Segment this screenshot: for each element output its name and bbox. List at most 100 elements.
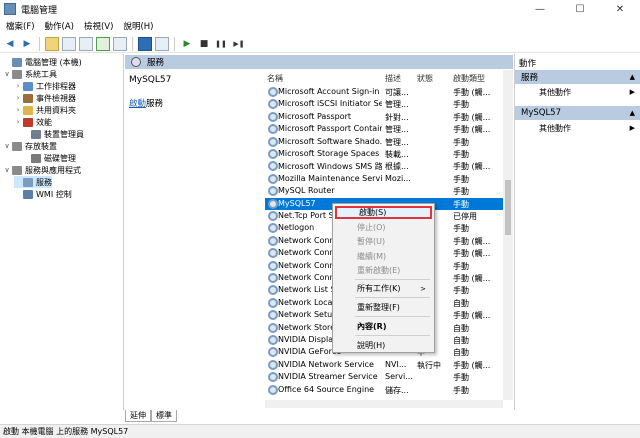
collapse-icon[interactable]: ▲ [630,73,635,81]
actions-group-services[interactable]: 服務 ▲ [515,70,640,84]
export-icon[interactable] [113,36,127,51]
play-icon[interactable]: ▶ [180,37,194,51]
refresh-icon[interactable] [96,36,110,51]
service-gear-icon [268,111,278,122]
service-row[interactable]: Mozilla Maintenance Service Mozi... 手動 [265,173,503,185]
menu-help[interactable]: 說明(H) [123,20,153,32]
service-name-cell: Office 64 Source Engine [278,384,375,394]
service-description-cell: 儲存... [385,385,409,395]
service-row[interactable]: Microsoft Storage Spaces S...裝載... 手動 [265,148,503,160]
tree-item[interactable]: › 共用資料夾 [14,104,76,116]
tree-item[interactable]: WMI 控制 [14,188,72,200]
service-startup-type-cell: 手動 [453,261,469,271]
status-text: 啟動 本機電腦 上的服務 MySQL57 [3,427,129,436]
tree-item-label: 電腦管理 (本機) [25,57,82,67]
view-icon[interactable] [155,36,169,51]
close-button[interactable]: ✕ [600,0,640,18]
services-icon [131,57,141,67]
service-gear-icon [268,235,278,246]
tree-expander-icon[interactable]: › [14,118,22,126]
tree-item-label: 效能 [36,117,52,127]
service-description-cell: 管理... [385,100,409,110]
minimize-button[interactable]: — [520,0,560,18]
tree-expander-icon[interactable]: › [14,94,22,102]
service-startup-type-cell: 手動 [453,100,469,110]
toolbar-separator [39,36,40,51]
collapse-icon[interactable]: ▲ [630,109,635,117]
tree-item[interactable]: 裝置管理員 [22,128,84,140]
submenu-arrow-icon: ▶ [629,124,635,132]
maximize-button[interactable]: ☐ [560,0,600,18]
tab-extended[interactable]: 延伸 [125,410,151,422]
more-actions-item[interactable]: 其他動作 ▶ [515,86,640,98]
service-startup-type-cell: 自動 [453,323,469,333]
tree-expander-icon[interactable]: › [14,106,22,114]
horizontal-scrollbar[interactable] [265,400,503,408]
back-arrow-icon[interactable]: ◀ [3,37,17,51]
service-name-cell: Microsoft Account Sign-in ... [278,87,382,96]
pause-icon[interactable]: ❚❚ [214,37,228,51]
restart-icon[interactable]: ▶❚ [231,37,247,51]
column-header-status[interactable]: 狀態 [417,73,433,85]
service-startup-type-cell: 自動 [453,298,469,308]
service-gear-icon [268,211,278,221]
show-hide-tree-icon[interactable] [62,36,76,51]
tree-item[interactable]: 磁碟管理 [22,152,76,164]
column-header-description[interactable]: 描述 [385,73,401,85]
tree-expander-icon[interactable]: › [14,82,22,90]
service-row[interactable]: Microsoft Passport Container 管理... 手動 (觸..… [265,123,503,135]
tree-item-label: 事件檢視器 [36,93,76,103]
scrollbar-thumb[interactable] [505,180,511,235]
services-pane-title: 服務 [147,58,165,68]
context-properties-menu-item[interactable]: 內容(R) [335,320,432,333]
tree-item[interactable]: › 效能 [14,116,52,128]
stop-icon[interactable]: ■ [197,37,211,51]
actions-group-mysql57[interactable]: MySQL57 ▲ [515,106,640,120]
service-row[interactable]: NVIDIA Streamer Service Servi... 手動 [265,371,503,383]
context-start-menu-item[interactable]: 啟動(S) [335,206,432,219]
more-actions-item[interactable]: 其他動作 ▶ [515,122,640,134]
column-header-name[interactable]: 名稱 [267,73,283,85]
help-icon[interactable] [138,36,152,51]
context-all-tasks-menu-item[interactable]: 所有工作(K) > [335,282,432,295]
service-row[interactable]: Microsoft iSCSI Initiator Ser...管理... 手動 [265,98,503,110]
tree-item[interactable]: ∨ 服務與應用程式 [3,164,81,176]
service-row[interactable]: Microsoft Software Shado... 管理... 手動 [265,136,503,148]
start-service-link[interactable]: 啟動 [129,99,146,109]
service-startup-type-cell: 手動 [453,187,469,197]
tab-standard[interactable]: 標準 [151,410,177,422]
menu-action[interactable]: 動作(A) [45,20,74,32]
context-help-menu-item[interactable]: 說明(H) [335,339,432,352]
service-description-cell: 根據... [385,162,409,172]
tree-node-icon [23,189,33,199]
service-startup-type-cell: 手動 (觸... [453,125,491,135]
tree-item[interactable]: ∨ 系統工具 [3,68,57,80]
tree-item[interactable]: › 工作排程器 [14,80,76,92]
context-pause-menu-item: 暫停(U) [335,235,432,248]
tree-item[interactable]: › 事件檢視器 [14,92,76,104]
service-row[interactable]: Microsoft Passport 針對... 手動 (觸... [265,111,503,123]
menu-item-label: 啟動(S) [359,208,387,217]
menu-file[interactable]: 檔案(F) [6,20,35,32]
forward-arrow-icon[interactable]: ▶ [20,37,34,51]
folder-up-icon[interactable] [45,36,59,51]
tree-item-label: 系統工具 [25,69,57,79]
column-header-startup-type[interactable]: 啟動類型 [453,73,485,85]
service-row[interactable]: Office 64 Source Engine 儲存... 手動 [265,384,503,396]
vertical-scrollbar[interactable] [503,70,513,400]
service-row[interactable]: Microsoft Windows SMS 路... 根據... 手動 (觸... [265,160,503,172]
service-row[interactable]: NVIDIA Network Service NVI... 執行中 手動 (觸... [265,359,503,371]
properties-icon[interactable] [79,36,93,51]
menu-view[interactable]: 檢視(V) [84,20,113,32]
tree-item[interactable]: 服務 [14,176,52,188]
context-refresh-menu-item[interactable]: 重新整理(F) [335,301,432,314]
tree-item[interactable]: ∨ 存放裝置 [3,140,57,152]
tree-expander-icon[interactable]: ∨ [3,70,11,78]
service-row[interactable]: MySQL Router 手動 [265,185,503,197]
tree-node-icon [12,57,22,67]
tree-expander-icon[interactable]: ∨ [3,142,11,150]
tree-item[interactable]: 電腦管理 (本機) [3,56,82,68]
tree-expander-icon[interactable]: ∨ [3,166,11,174]
menu-item-label: 重新整理(F) [357,303,400,312]
service-row[interactable]: Microsoft Account Sign-in ... 可讓... 手動 (觸.… [265,86,503,98]
